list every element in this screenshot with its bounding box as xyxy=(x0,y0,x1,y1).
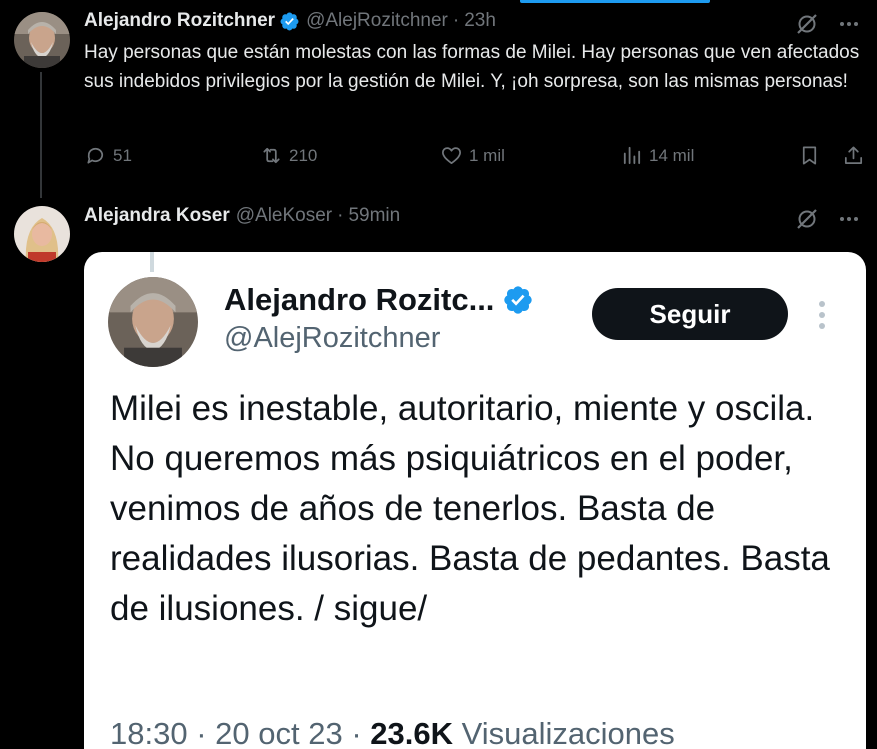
views-button[interactable]: 14 mil xyxy=(620,144,694,167)
embedded-name-row: Alejandro Rozitc... xyxy=(224,282,534,318)
embedded-meta: 18:30 · 20 oct 23 · 23.6K Visualizacione… xyxy=(110,716,675,749)
views-bars-icon xyxy=(623,146,641,165)
embedded-thread-line xyxy=(150,252,154,272)
tweet2-author-name[interactable]: Alejandra Koser xyxy=(84,205,230,227)
retweet-button[interactable]: 210 xyxy=(260,144,317,167)
avatar-alejandro[interactable] xyxy=(14,12,70,68)
active-tab-indicator xyxy=(520,0,710,3)
tweet1-timestamp[interactable]: 23h xyxy=(464,10,496,32)
views-count: 14 mil xyxy=(649,145,695,165)
share-upload-icon xyxy=(844,146,863,165)
embedded-tweet-image[interactable]: Alejandro Rozitc... @AlejRozitchner Segu… xyxy=(84,252,866,749)
reply-button[interactable]: 51 xyxy=(84,144,132,167)
tweet1-header: Alejandro Rozitchner @AlejRozitchner · 2… xyxy=(84,10,496,32)
grok-slash-icon[interactable] xyxy=(795,207,819,231)
bookmark-button[interactable] xyxy=(798,144,821,167)
tweet2-header: Alejandra Koser @AleKoser · 59min xyxy=(84,205,400,227)
embedded-author-name: Alejandro Rozitc... xyxy=(224,282,495,317)
embedded-follow-button: Seguir xyxy=(592,288,788,340)
like-count: 1 mil xyxy=(469,145,505,165)
retweet-count: 210 xyxy=(289,145,318,165)
embedded-views-count: 23.6K xyxy=(370,716,454,749)
tweet1-text: Hay personas que están molestas con las … xyxy=(84,42,860,92)
bookmark-icon xyxy=(802,146,817,165)
tweet1-author-name[interactable]: Alejandro Rozitchner xyxy=(84,10,275,32)
embedded-date: 20 oct 23 xyxy=(215,716,343,749)
embedded-views-label: Visualizaciones xyxy=(461,716,675,749)
verified-badge-icon xyxy=(280,12,299,30)
tweet1-header-actions xyxy=(795,12,861,36)
embedded-handle: @AlejRozitchner xyxy=(224,322,441,354)
embedded-tweet-text: Milei es inestable, autoritario, miente … xyxy=(110,389,830,628)
timeline: Alejandro Rozitchner @AlejRozitchner · 2… xyxy=(0,0,877,749)
more-horizontal-icon[interactable] xyxy=(837,207,861,231)
grok-slash-icon[interactable] xyxy=(795,12,819,36)
reply-bubble-icon xyxy=(87,147,104,164)
tweet1-handle[interactable]: @AlejRozitchner xyxy=(306,10,448,32)
tweet1-separator: · xyxy=(452,10,460,31)
embedded-avatar xyxy=(108,277,198,367)
share-button[interactable] xyxy=(842,144,865,167)
heart-icon xyxy=(442,147,461,165)
avatar-alejandra[interactable] xyxy=(14,206,70,262)
verified-badge-icon xyxy=(504,286,533,314)
more-vertical-icon xyxy=(819,301,825,329)
reply-count: 51 xyxy=(113,145,132,165)
tweet2-handle[interactable]: @AleKoser xyxy=(236,205,332,227)
like-button[interactable]: 1 mil xyxy=(440,144,505,167)
retweet-icon xyxy=(263,147,280,164)
embedded-time: 18:30 xyxy=(110,716,188,749)
embedded-sep1: · xyxy=(196,716,207,749)
tweet2-header-actions xyxy=(795,207,861,231)
tweet1-action-bar: 51 210 1 mil 14 mil xyxy=(84,144,869,172)
more-horizontal-icon[interactable] xyxy=(837,12,861,36)
tweet2-separator: · xyxy=(337,205,344,226)
thread-connector-line xyxy=(40,72,42,198)
embedded-sep2: · xyxy=(351,716,362,749)
tweet2-timestamp[interactable]: 59min xyxy=(348,205,400,227)
